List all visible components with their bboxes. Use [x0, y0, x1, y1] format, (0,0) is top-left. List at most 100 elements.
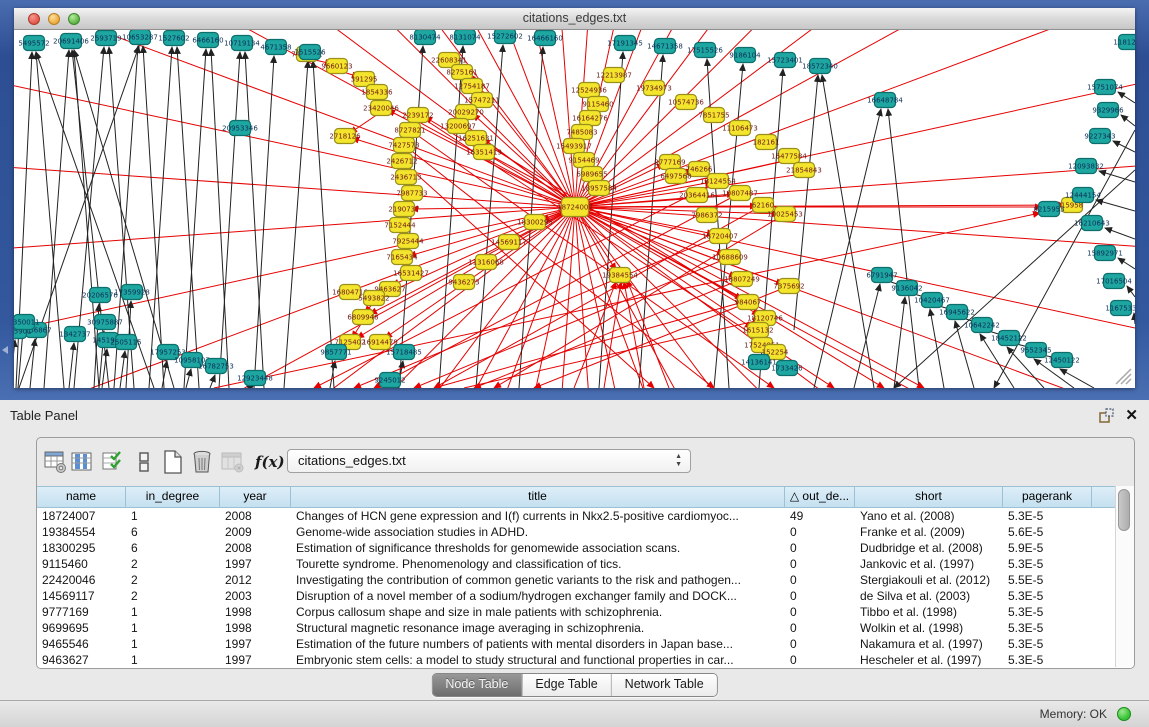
table-cell[interactable]: Investigating the contribution of common…	[291, 572, 785, 588]
column-header[interactable]: pagerank	[1003, 487, 1092, 507]
table-cell[interactable]: 0	[785, 588, 855, 604]
network-node[interactable]: 30975887	[87, 315, 123, 330]
network-node[interactable]: 1527602	[158, 31, 189, 46]
table-cell[interactable]: 2012	[220, 572, 291, 588]
table-cell[interactable]: 1997	[220, 652, 291, 668]
column-header[interactable]: year	[220, 487, 291, 507]
network-node[interactable]: 15723401	[767, 53, 803, 68]
minimize-button[interactable]	[48, 13, 60, 25]
row-selection-icon[interactable]	[101, 450, 125, 474]
network-canvas[interactable]: 1252493691154601616427674850831549391791…	[14, 30, 1135, 388]
table-cell[interactable]: 9699695	[37, 620, 126, 636]
network-node[interactable]: 2593719	[90, 31, 121, 46]
table-cell[interactable]: Changes of HCN gene expression and I(f) …	[291, 508, 785, 524]
column-header[interactable]: △ out_de...	[785, 487, 855, 507]
table-cell[interactable]: 1	[126, 604, 220, 620]
delete-column-icon[interactable]	[221, 450, 245, 474]
zoom-button[interactable]	[68, 13, 80, 25]
network-node[interactable]: 12524936	[571, 83, 607, 98]
table-cell[interactable]: 2008	[220, 540, 291, 556]
table-cell[interactable]: de Silva et al. (2003)	[855, 588, 1003, 604]
table-cell[interactable]: 0	[785, 604, 855, 620]
network-node[interactable]: 5495572	[18, 36, 49, 51]
new-table-icon[interactable]	[161, 450, 185, 474]
network-node[interactable]: 2190737	[388, 202, 419, 217]
merge-tables-icon[interactable]	[132, 450, 156, 474]
table-row[interactable]: 1938455462009Genome-wide association stu…	[37, 524, 1132, 540]
table-cell[interactable]: 5.6E-5	[1003, 524, 1092, 540]
table-cell[interactable]: Stergiakouli et al. (2012)	[855, 572, 1003, 588]
table-row[interactable]: 946554611997Estimation of the future num…	[37, 636, 1132, 652]
table-cell[interactable]: 5.3E-5	[1003, 508, 1092, 524]
table-cell[interactable]: 2	[126, 588, 220, 604]
network-node[interactable]: 8130474	[409, 30, 441, 45]
network-node[interactable]: 15718485	[386, 345, 422, 360]
network-node[interactable]: 10653287	[122, 30, 158, 45]
table-row[interactable]: 2242004622012Investigating the contribut…	[37, 572, 1132, 588]
network-node[interactable]: 9186104	[729, 48, 761, 63]
network-node[interactable]: 1181204	[1113, 35, 1135, 50]
table-cell[interactable]: 0	[785, 540, 855, 556]
tab-node-table[interactable]: Node Table	[432, 674, 521, 696]
table-cell[interactable]: 0	[785, 652, 855, 668]
network-node[interactable]: 11106473	[722, 121, 758, 136]
network-node[interactable]: 20953346	[222, 121, 258, 136]
network-node[interactable]: 9436273	[448, 275, 479, 290]
table-settings-icon[interactable]	[44, 450, 68, 474]
table-cell[interactable]: 2	[126, 556, 220, 572]
network-node[interactable]: 4671358	[260, 40, 291, 55]
panel-collapse-arrow-icon[interactable]	[2, 346, 8, 354]
table-cell[interactable]: 9115460	[37, 556, 126, 572]
table-cell[interactable]: 5.3E-5	[1003, 588, 1092, 604]
network-nodes[interactable]: 1252493691154601616427674850831549391791…	[14, 30, 1135, 388]
table-cell[interactable]: Franke et al. (2009)	[855, 524, 1003, 540]
table-row[interactable]: 1830029562008Estimation of significance …	[37, 540, 1132, 556]
table-cell[interactable]: 22420046	[37, 572, 126, 588]
network-node[interactable]: 9115460	[582, 97, 613, 112]
table-cell[interactable]: 0	[785, 636, 855, 652]
table-cell[interactable]: 2003	[220, 588, 291, 604]
network-node[interactable]: 20206576	[82, 288, 118, 303]
column-header[interactable]: name	[37, 487, 126, 507]
table-cell[interactable]: 0	[785, 524, 855, 540]
column-header[interactable]: in_degree	[126, 487, 220, 507]
table-cell[interactable]: 0	[785, 620, 855, 636]
network-node[interactable]: 12093832	[1068, 159, 1104, 174]
table-cell[interactable]: 5.3E-5	[1003, 556, 1092, 572]
network-node[interactable]: 7987733	[396, 186, 427, 201]
table-cell[interactable]: Hescheler et al. (1997)	[855, 652, 1003, 668]
network-node[interactable]: 9329966	[1092, 103, 1124, 118]
network-node[interactable]: 1342737	[59, 327, 90, 342]
table-cell[interactable]: 1997	[220, 636, 291, 652]
network-node[interactable]: 16945622	[939, 305, 975, 320]
network-node[interactable]: 10719134	[224, 36, 260, 51]
table-cell[interactable]: 49	[785, 508, 855, 524]
table-cell[interactable]: Tibbo et al. (1998)	[855, 604, 1003, 620]
table-cell[interactable]: 0	[785, 572, 855, 588]
network-node[interactable]: 16648784	[867, 93, 903, 108]
network-node[interactable]: 16466160	[527, 31, 563, 46]
network-node[interactable]: 6466160	[192, 33, 223, 48]
network-node[interactable]: 2718126	[329, 129, 361, 144]
table-cell[interactable]: Jankovic et al. (1997)	[855, 556, 1003, 572]
network-node[interactable]: 16351419	[466, 145, 502, 160]
table-row[interactable]: 946362711997Embryonic stem cells: a mode…	[37, 652, 1132, 668]
close-panel-icon[interactable]: ✕	[1125, 406, 1138, 424]
table-cell[interactable]: 14569117	[37, 588, 126, 604]
network-node[interactable]: 12450122	[1044, 353, 1080, 368]
network-node[interactable]: 9227343	[1084, 129, 1115, 144]
network-window-titlebar[interactable]: citations_edges.txt	[14, 8, 1135, 30]
table-cell[interactable]: 1	[126, 636, 220, 652]
table-cell[interactable]: Yano et al. (2008)	[855, 508, 1003, 524]
network-node[interactable]: 984067	[735, 295, 762, 310]
network-view[interactable]: 1252493691154601616427674850831549391791…	[14, 30, 1135, 388]
network-node[interactable]: 7375692	[773, 279, 804, 294]
network-node[interactable]: 15272602	[487, 30, 523, 44]
table-cell[interactable]: Genome-wide association studies in ADHD.	[291, 524, 785, 540]
scrollbar-thumb[interactable]	[1118, 489, 1130, 531]
network-node[interactable]: 18724007	[557, 198, 593, 217]
table-cell[interactable]: 2008	[220, 508, 291, 524]
table-cell[interactable]: 1	[126, 620, 220, 636]
table-scrollbar[interactable]	[1115, 486, 1134, 667]
network-node[interactable]: 2436713	[390, 170, 421, 185]
